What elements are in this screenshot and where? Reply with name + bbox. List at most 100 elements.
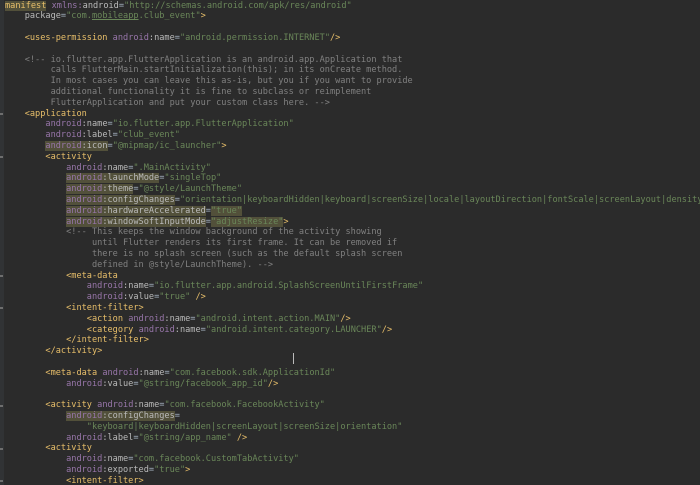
code-line[interactable]: <!-- This keeps the window background of…	[4, 227, 382, 238]
code-token: :launchMode	[102, 173, 160, 184]
code-line[interactable]: In most cases you can leave this as-is, …	[4, 76, 413, 87]
code-token: additional functionality it is fine to s…	[4, 86, 372, 97]
code-line[interactable]: additional functionality it is fine to s…	[4, 86, 372, 98]
code-line[interactable]: android:windowSoftInputMode="adjustResiz…	[4, 216, 289, 228]
code-line[interactable]: FlutterApplication and put your custom c…	[4, 98, 330, 109]
code-line[interactable]: android:value="@string/facebook_app_id"/…	[4, 379, 278, 390]
code-line[interactable]: <activity	[4, 152, 92, 163]
code-line[interactable]: android:icon="@mipmap/ic_launcher">	[4, 140, 227, 152]
code-line[interactable]: android:hardwareAccelerated="true"	[4, 205, 243, 217]
code-token: activity	[55, 346, 98, 357]
code-token: defined in @style/LaunchTheme). -->	[4, 259, 274, 270]
code-token: android	[45, 140, 82, 151]
code-token: "@string/app_name"	[138, 432, 232, 443]
code-token: "true"	[210, 205, 243, 216]
code-token: "com.	[66, 11, 92, 22]
code-token: xmlns:	[51, 0, 83, 11]
code-token: calls FlutterMain.startInitialization(th…	[4, 65, 403, 76]
code-token: android	[66, 410, 103, 421]
code-token: android	[66, 464, 103, 475]
code-line[interactable]: android:value="true" />	[4, 292, 206, 303]
code-token: :icon	[81, 140, 108, 151]
code-token: =	[174, 410, 180, 421]
code-token: manifest	[5, 0, 47, 11]
code-line[interactable]: android:name="com.facebook.CustomTabActi…	[4, 454, 299, 465]
code-token: :name	[148, 32, 175, 43]
code-line[interactable]: defined in @style/LaunchTheme). -->	[4, 260, 273, 271]
code-token: <	[4, 367, 51, 378]
code-token: android	[66, 432, 103, 443]
code-token: :windowSoftInputMode	[102, 216, 206, 227]
code-line[interactable]: android:label="@string/app_name" />	[4, 433, 247, 444]
code-token: <	[4, 324, 92, 335]
code-line[interactable]: <activity	[4, 443, 92, 454]
code-token: >	[97, 346, 103, 357]
code-line[interactable]: android:theme="@style/LaunchTheme"	[4, 184, 242, 195]
code-token: <!-- This keeps the window background of…	[4, 227, 382, 238]
code-token: >	[138, 475, 144, 485]
code-token: "com.facebook.FacebookActivity"	[164, 400, 325, 411]
code-token: mobileapp	[91, 11, 139, 22]
code-token: "android.intent.action.MAIN"	[195, 313, 341, 324]
code-line[interactable]: <activity android:name="com.facebook.Fac…	[4, 400, 325, 411]
code-line[interactable]: calls FlutterMain.startInitialization(th…	[4, 65, 403, 76]
code-token: intent-filter	[76, 335, 144, 346]
code-token: :label	[102, 432, 134, 443]
code-line[interactable]: <meta-data	[4, 271, 118, 282]
code-token: />	[267, 378, 279, 389]
code-line[interactable]: <action android:name="android.intent.act…	[4, 314, 351, 325]
code-editor[interactable]: manifest xmlns:android="http://schemas.a…	[0, 0, 700, 485]
code-token: android	[102, 367, 139, 378]
code-line[interactable]: there is no splash screen (such as the d…	[4, 249, 402, 260]
code-token: "http://schemas.android.com/apk/res/andr…	[124, 0, 352, 11]
code-line[interactable]: <category android:name="android.intent.c…	[4, 325, 392, 336]
code-token: uses-permission	[29, 32, 108, 43]
code-line[interactable]: "keyboard|keyboardHidden|screenLayout|sc…	[4, 422, 403, 433]
code-line[interactable]: manifest xmlns:android="http://schemas.a…	[5, 0, 352, 12]
code-token: :theme	[102, 184, 134, 195]
code-line[interactable]: android:name="io.flutter.app.android.Spl…	[4, 281, 423, 292]
code-line[interactable]: </intent-filter>	[4, 335, 149, 346]
code-line[interactable]: <uses-permission android:name="android.p…	[4, 32, 341, 44]
code-token: android	[82, 0, 119, 11]
code-line[interactable]: android:name="io.flutter.app.FlutterAppl…	[4, 119, 293, 130]
code-token: <	[4, 443, 51, 454]
code-token: "com.facebook.sdk.ApplicationId"	[169, 367, 336, 378]
code-token: until Flutter renders its first frame. I…	[4, 238, 398, 249]
code-line[interactable]: android:name=".MainActivity"	[4, 163, 211, 174]
code-line[interactable]: until Flutter renders its first frame. I…	[4, 238, 397, 249]
code-line[interactable]: android:configChanges=	[4, 410, 180, 422]
code-line[interactable]: <intent-filter>	[4, 303, 144, 314]
code-token: "android.intent.category.LAUNCHER"	[205, 324, 382, 335]
code-token: <!-- io.flutter.app.FlutterApplication i…	[4, 54, 403, 65]
code-token: android	[86, 281, 124, 292]
code-area[interactable]: manifest xmlns:android="http://schemas.a…	[0, 0, 700, 485]
code-line[interactable]: <application	[4, 109, 87, 120]
code-token: android	[66, 194, 103, 205]
code-line[interactable]: <meta-data android:name="com.facebook.sd…	[4, 368, 335, 379]
code-line[interactable]: android:exported="true">	[4, 465, 190, 476]
code-line[interactable]: android:configChanges="orientation|keybo…	[4, 194, 700, 206]
code-token: :configChanges	[102, 410, 175, 421]
code-token: android	[97, 400, 134, 411]
code-token: :name	[133, 400, 160, 411]
code-token: "adjustResize"	[210, 216, 284, 227]
code-line[interactable]: <!-- io.flutter.app.FlutterApplication i…	[4, 54, 403, 66]
code-line[interactable]: package="com.mobileapp.club_event">	[4, 11, 206, 22]
code-line[interactable]: android:launchMode="singleTop"	[4, 173, 221, 184]
code-line[interactable]: </activity>	[4, 346, 102, 357]
code-line[interactable]: <intent-filter>	[4, 476, 144, 485]
code-token: :hardwareAccelerated	[102, 205, 206, 216]
code-token: android	[66, 378, 103, 389]
code-line[interactable]: android:label="club_event"	[4, 130, 180, 141]
code-token: :name	[164, 313, 191, 324]
code-token: android	[66, 173, 103, 184]
